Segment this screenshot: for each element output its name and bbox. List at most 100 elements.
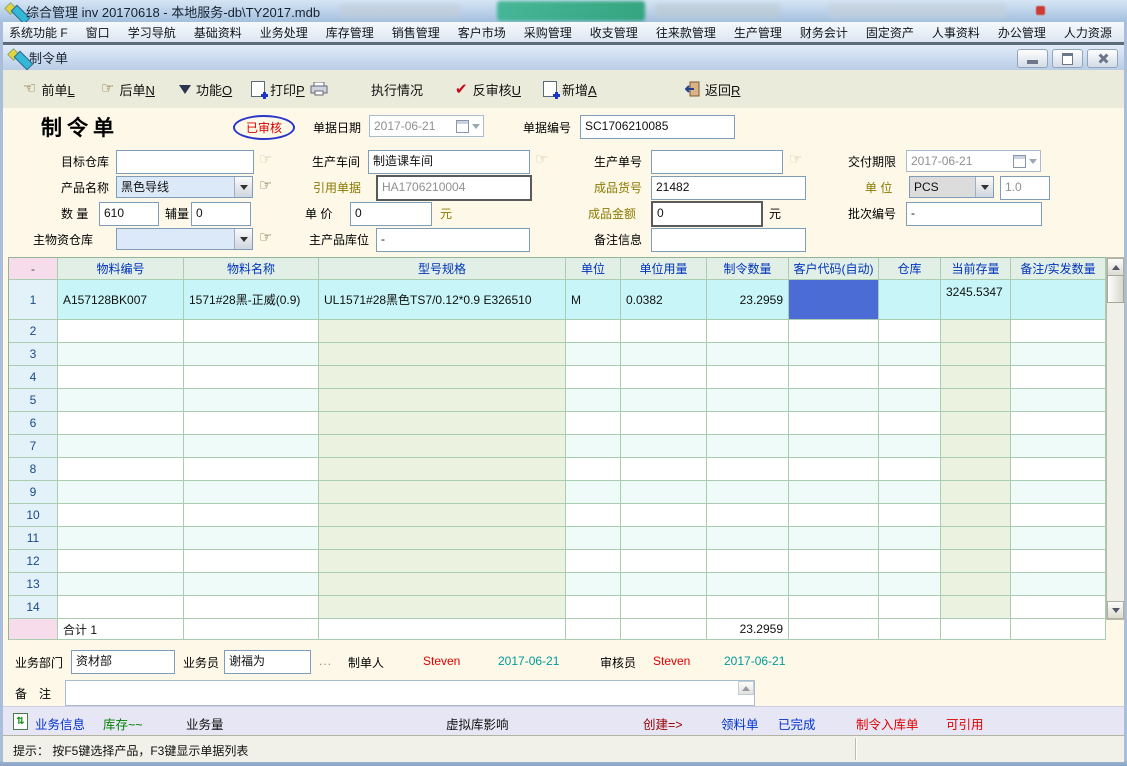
table-cell[interactable] <box>707 458 789 481</box>
table-cell[interactable] <box>621 435 707 458</box>
table-cell[interactable] <box>879 435 941 458</box>
table-cell[interactable] <box>319 550 566 573</box>
remark-info-input[interactable] <box>651 228 806 252</box>
item-no-input[interactable]: 21482 <box>651 176 806 200</box>
delivery-date-input[interactable]: 2017-06-21 <box>906 150 1041 172</box>
column-header[interactable]: 当前存量 <box>941 258 1011 280</box>
table-cell[interactable] <box>707 504 789 527</box>
table-cell[interactable] <box>58 573 184 596</box>
table-cell[interactable] <box>566 596 621 619</box>
table-cell[interactable] <box>621 596 707 619</box>
table-cell[interactable] <box>58 320 184 343</box>
menu-item[interactable]: 人事资料 <box>923 22 989 43</box>
close-button[interactable] <box>1087 49 1118 68</box>
workshop-input[interactable]: 制造课车间 <box>368 150 530 174</box>
table-cell[interactable] <box>789 573 879 596</box>
row-number-cell[interactable]: 1 <box>9 280 58 320</box>
table-cell[interactable] <box>58 481 184 504</box>
table-cell[interactable] <box>319 458 566 481</box>
next-doc-button[interactable]: ☞ 后单N <box>101 79 155 99</box>
menu-item[interactable]: 基础资料 <box>185 22 251 43</box>
table-cell[interactable] <box>621 573 707 596</box>
column-header[interactable]: 客户代码(自动) <box>789 258 879 280</box>
menu-item[interactable]: 人力资源 <box>1055 22 1121 43</box>
product-name-combo[interactable]: 黑色导线 <box>116 176 253 198</box>
restore-button[interactable] <box>1052 49 1083 68</box>
table-cell[interactable] <box>707 320 789 343</box>
table-cell[interactable] <box>1011 435 1106 458</box>
table-cell[interactable] <box>566 320 621 343</box>
table-cell-current-stock[interactable]: 3245.5347 <box>941 280 1011 320</box>
table-cell[interactable] <box>58 343 184 366</box>
table-cell[interactable] <box>58 458 184 481</box>
doc-date-input[interactable]: 2017-06-21 <box>369 115 484 137</box>
table-cell[interactable] <box>707 343 789 366</box>
table-cell[interactable] <box>184 504 319 527</box>
table-cell-unit[interactable]: M <box>566 280 621 320</box>
table-cell[interactable] <box>319 366 566 389</box>
table-cell[interactable] <box>879 504 941 527</box>
table-cell[interactable] <box>879 550 941 573</box>
ref-doc-input[interactable]: HA1706210004 <box>376 175 532 201</box>
column-header[interactable]: 制令数量 <box>707 258 789 280</box>
table-cell[interactable] <box>941 481 1011 504</box>
table-cell[interactable] <box>184 366 319 389</box>
table-cell[interactable] <box>58 435 184 458</box>
table-cell[interactable] <box>789 458 879 481</box>
table-cell[interactable] <box>941 527 1011 550</box>
note-scroll-up-button[interactable] <box>738 681 754 695</box>
table-cell[interactable] <box>621 389 707 412</box>
aux-qty-input[interactable]: 0 <box>191 202 251 226</box>
table-cell[interactable] <box>58 412 184 435</box>
table-cell[interactable] <box>1011 320 1106 343</box>
table-cell[interactable] <box>58 550 184 573</box>
target-warehouse-input[interactable] <box>116 150 254 174</box>
qty-input[interactable]: 610 <box>99 202 159 226</box>
table-cell[interactable] <box>879 458 941 481</box>
table-cell[interactable] <box>879 366 941 389</box>
location-input[interactable]: - <box>376 228 530 252</box>
table-cell[interactable] <box>184 412 319 435</box>
table-cell[interactable] <box>879 389 941 412</box>
scroll-up-button[interactable] <box>1107 258 1124 276</box>
table-cell[interactable] <box>58 389 184 412</box>
table-cell[interactable] <box>707 412 789 435</box>
picker-hand-icon[interactable]: ☞ <box>535 153 548 167</box>
table-cell[interactable] <box>566 458 621 481</box>
menu-item[interactable]: 窗口 <box>77 22 119 43</box>
table-cell[interactable] <box>319 343 566 366</box>
table-cell[interactable] <box>621 343 707 366</box>
table-cell[interactable] <box>319 320 566 343</box>
note-textarea[interactable] <box>65 680 755 706</box>
table-cell[interactable] <box>184 550 319 573</box>
table-cell[interactable] <box>1011 366 1106 389</box>
picking-order-link[interactable]: 领料单 <box>721 714 759 733</box>
table-cell[interactable] <box>319 412 566 435</box>
table-cell[interactable] <box>941 343 1011 366</box>
menu-item[interactable]: 往来款管理 <box>647 22 725 43</box>
column-header[interactable]: 单位用量 <box>621 258 707 280</box>
table-cell[interactable] <box>941 412 1011 435</box>
table-cell[interactable] <box>941 550 1011 573</box>
table-cell[interactable] <box>58 527 184 550</box>
table-cell[interactable] <box>319 481 566 504</box>
picker-hand-icon[interactable]: ☞ <box>259 179 272 193</box>
table-cell[interactable] <box>566 573 621 596</box>
dept-input[interactable]: 资材部 <box>71 650 175 674</box>
column-header[interactable]: 备注/实发数量 <box>1011 258 1106 280</box>
scroll-down-button[interactable] <box>1107 601 1124 619</box>
table-cell[interactable]: 10 <box>9 504 58 527</box>
table-cell[interactable] <box>58 596 184 619</box>
table-cell[interactable]: 8 <box>9 458 58 481</box>
table-cell[interactable]: 9 <box>9 481 58 504</box>
menu-item[interactable]: 业务处理 <box>251 22 317 43</box>
menu-item[interactable]: 库存管理 <box>317 22 383 43</box>
table-cell[interactable] <box>707 481 789 504</box>
table-cell[interactable] <box>941 435 1011 458</box>
table-cell[interactable] <box>621 320 707 343</box>
table-cell-order-qty[interactable]: 23.2959 <box>707 280 789 320</box>
table-cell[interactable]: 4 <box>9 366 58 389</box>
table-cell[interactable] <box>1011 389 1106 412</box>
table-cell-material-name[interactable]: 1571#28黑-正威(0.9) <box>184 280 319 320</box>
business-info-link[interactable]: 业务信息 <box>35 714 85 733</box>
